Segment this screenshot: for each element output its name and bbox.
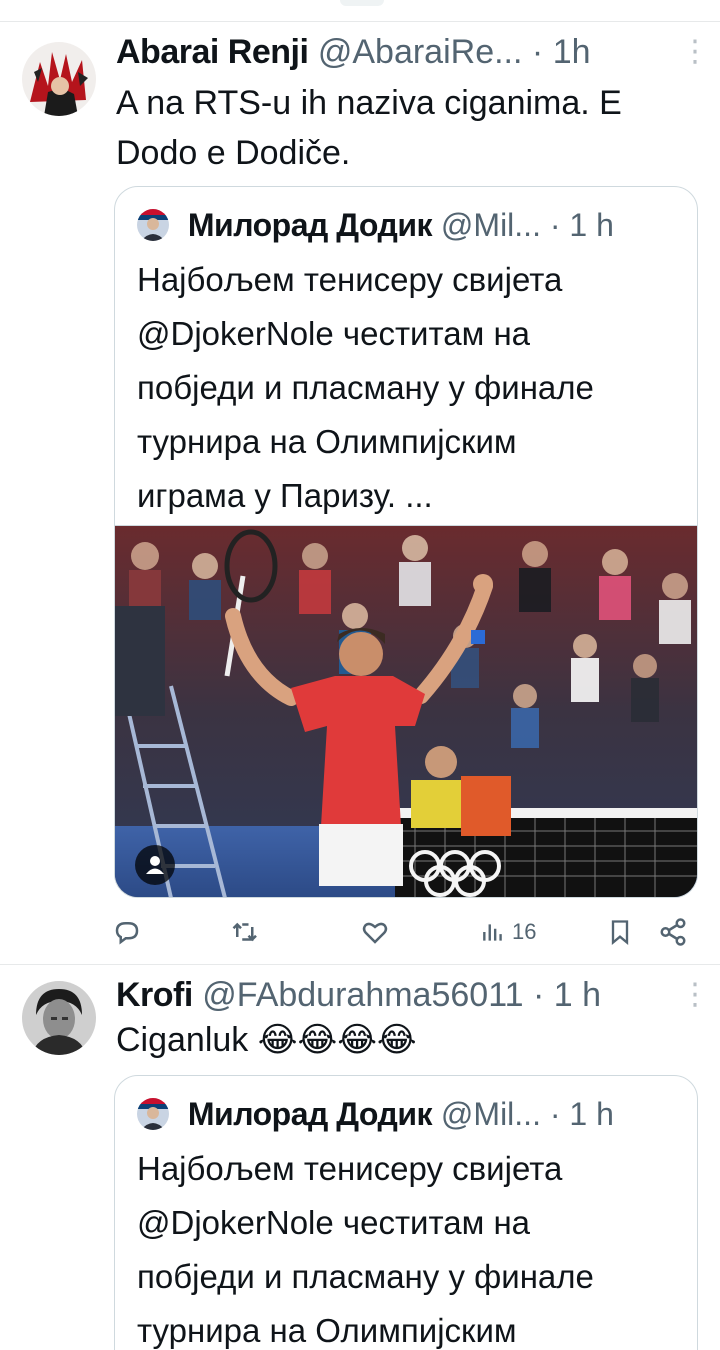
views-count: 16 — [512, 919, 537, 944]
quoted-text-line: Најбољем тенисеру свијета — [137, 261, 563, 298]
quoted-tweet[interactable]: Милорад Додик @Mil... · 1 h Најбољем тен… — [114, 1075, 698, 1350]
reply-icon — [115, 922, 139, 945]
tweet-header: Abarai Renji @AbaraiRe... · 1h ⋮ — [116, 30, 710, 74]
quoted-timestamp[interactable]: 1 h — [569, 1096, 613, 1132]
reply-button[interactable] — [112, 910, 142, 954]
quoted-text-line: турнира на Олимпијским — [137, 1312, 517, 1349]
bookmark-button[interactable] — [606, 910, 634, 954]
quoted-text-line: побједи и пласману у финале — [137, 1258, 594, 1295]
avatar[interactable] — [22, 981, 96, 1055]
quoted-author-name[interactable]: Милорад Додик — [188, 1096, 433, 1132]
avatar[interactable] — [22, 42, 96, 116]
author-handle[interactable]: @AbaraiRe... — [318, 33, 523, 71]
author-name[interactable]: Abarai Renji — [116, 33, 309, 71]
timestamp[interactable]: 1h — [553, 33, 591, 71]
tweet-text: A na RTS-u ih naziva ciganima. E Dodo e … — [116, 84, 622, 172]
tweet[interactable]: Abarai Renji @AbaraiRe... · 1h ⋮ A na RT… — [0, 0, 720, 960]
quoted-author-handle[interactable]: @Mil... — [441, 207, 541, 243]
separator-dot: · — [549, 207, 561, 243]
tweet-header: Krofi @FAbdurahma56011 · 1 h ⋮ — [116, 973, 710, 1017]
share-button[interactable] — [658, 910, 688, 954]
quoted-timestamp[interactable]: 1 h — [569, 207, 613, 243]
like-icon — [362, 922, 388, 944]
tweet[interactable]: Krofi @FAbdurahma56011 · 1 h ⋮ Ciganluk … — [0, 965, 720, 1350]
quoted-avatar[interactable] — [137, 208, 169, 241]
quoted-tweet[interactable]: Милорад Додик @Mil... · 1 h Најбољем тен… — [114, 186, 698, 898]
retweet-icon — [232, 922, 257, 942]
author-name[interactable]: Krofi — [116, 976, 193, 1014]
quoted-tweet-header: Милорад Додик @Mil... · 1 h — [137, 1094, 677, 1134]
separator-dot: · — [532, 976, 545, 1014]
tweet-actions: 16 — [112, 910, 696, 954]
tweet-text: Ciganluk 😂😂😂😂 — [116, 1021, 417, 1059]
separator-dot: · — [531, 33, 544, 71]
quoted-avatar[interactable] — [137, 1097, 169, 1130]
views-button[interactable]: 16 — [480, 910, 536, 954]
separator-dot: · — [549, 1096, 561, 1132]
quoted-text-line: @DjokerNole честитам на — [137, 1204, 531, 1241]
quoted-text-line: побједи и пласману у финале — [137, 369, 594, 406]
quoted-author-name[interactable]: Милорад Додик — [188, 207, 433, 243]
views-icon — [483, 924, 502, 941]
quoted-author-handle[interactable]: @Mil... — [441, 1096, 541, 1132]
quoted-text-line: турнира на Олимпијским — [137, 423, 517, 460]
quoted-text-line: играма у Паризу. ... — [137, 477, 433, 514]
tennis-photo[interactable] — [115, 525, 697, 897]
more-options-icon[interactable]: ⋮ — [680, 30, 710, 74]
like-button[interactable] — [360, 910, 390, 954]
timestamp[interactable]: 1 h — [554, 976, 601, 1014]
author-handle[interactable]: @FAbdurahma56011 — [202, 976, 523, 1014]
quoted-tweet-header: Милорад Додик @Mil... · 1 h — [137, 205, 677, 245]
quoted-tweet-text: Најбољем тенисеру свијета @DjokerNole че… — [137, 1142, 677, 1350]
user-tag-icon[interactable] — [135, 845, 175, 885]
quoted-text-line: @DjokerNole честитам на — [137, 315, 531, 352]
quoted-text-line: Најбољем тенисеру свијета — [137, 1150, 563, 1187]
quoted-tweet-text: Најбољем тенисеру свијета @DjokerNole че… — [137, 253, 677, 523]
more-options-icon[interactable]: ⋮ — [680, 973, 710, 1017]
retweet-button[interactable] — [230, 910, 262, 954]
share-icon — [660, 918, 686, 946]
bookmark-icon — [611, 920, 629, 945]
